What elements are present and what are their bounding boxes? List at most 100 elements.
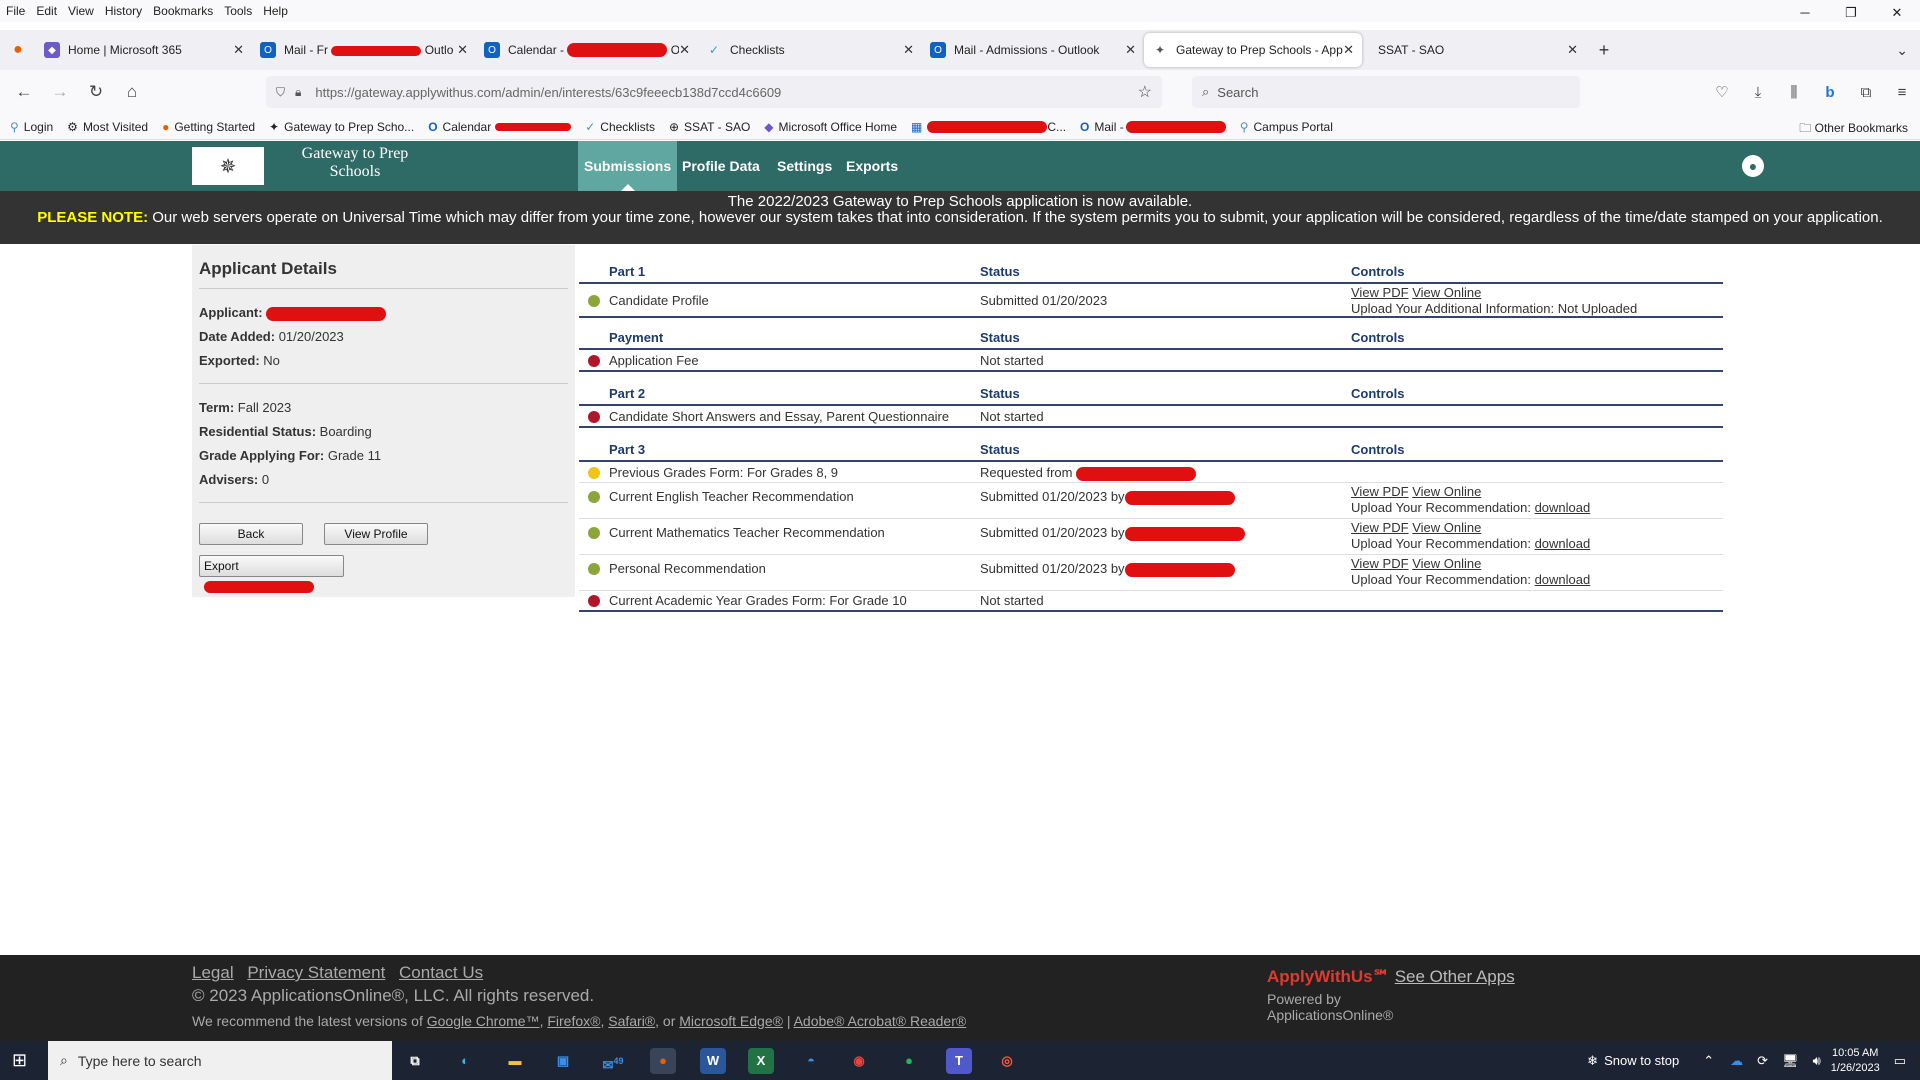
view-pdf-link[interactable]: View PDF [1351,556,1409,571]
edge-icon[interactable]: ◐ [452,1048,478,1074]
menu-history[interactable]: History [105,4,142,18]
tab-admissions-mail[interactable]: O Mail - Admissions - Outlook ✕ [922,33,1144,67]
site-title[interactable]: Gateway to Prep Schools [292,145,418,181]
bookmark-calendar[interactable]: O Calendar [428,120,572,134]
menu-tools[interactable]: Tools [224,4,252,18]
onedrive-icon[interactable]: ☁ [1730,1053,1743,1069]
download-link[interactable]: download [1535,500,1591,515]
menu-view[interactable]: View [68,4,94,18]
shield-icon[interactable]: ⛉ [276,85,285,100]
view-online-link[interactable]: View Online [1412,484,1481,499]
tab-ssat[interactable]: SSAT - SAO ✕ [1362,33,1586,67]
close-tab-icon[interactable]: ✕ [1343,42,1354,58]
close-tab-icon[interactable]: ✕ [679,42,690,58]
volume-icon[interactable]: 🔊︎ [1813,1053,1821,1069]
forward-icon[interactable]: → [42,82,78,102]
contact-link[interactable]: Contact Us [399,963,483,982]
network-icon[interactable]: 🖥︎ [1782,1053,1799,1069]
view-pdf-link[interactable]: View PDF [1351,285,1409,300]
user-account-icon[interactable]: ● [1742,155,1764,177]
nav-profile-data[interactable]: Profile Data [676,141,766,191]
edge-link[interactable]: Microsoft Edge® [679,1013,783,1029]
library-icon[interactable]: ⫼ [1776,84,1812,101]
site-logo[interactable]: ✵ [192,147,264,185]
legal-link[interactable]: Legal [192,963,234,982]
nav-settings[interactable]: Settings [771,141,838,191]
excel-icon[interactable]: X [748,1048,774,1074]
view-online-link[interactable]: View Online [1412,520,1481,535]
chrome-icon[interactable]: ◉ [846,1048,872,1074]
tab-calendar[interactable]: O Calendar - O ✕ [476,33,698,67]
other-bookmarks[interactable]: 🗀︎ Other Bookmarks [1799,119,1908,140]
url-text[interactable]: https://gateway.applywithus.com/admin/en… [315,85,781,100]
weather-text[interactable]: Snow to stop [1604,1053,1679,1068]
outlook-taskbar-icon[interactable]: ◓ [798,1048,824,1074]
export-button[interactable]: Export [199,555,344,593]
download-link[interactable]: download [1535,536,1591,551]
download-link[interactable]: download [1535,572,1591,587]
menu-bookmarks[interactable]: Bookmarks [153,4,213,18]
mail-icon[interactable]: ✉49 [600,1048,626,1074]
nav-exports[interactable]: Exports [840,141,904,191]
taskbar-search-input[interactable]: ⌕ Type here to search [48,1041,392,1080]
close-tab-icon[interactable]: ✕ [457,42,468,58]
windows-start-icon[interactable]: ⊞ [12,1050,27,1071]
privacy-link[interactable]: Privacy Statement [247,963,385,982]
close-icon[interactable]: ✕ [1874,0,1920,28]
clock[interactable]: 10:05 AM 1/26/2023 [1831,1046,1880,1076]
menu-file[interactable]: File [6,4,25,18]
menu-edit[interactable]: Edit [36,4,57,18]
chrome-link[interactable]: Google Chrome™ [427,1013,540,1029]
spotify-icon[interactable]: ● [896,1048,922,1074]
word-icon[interactable]: W [700,1048,726,1074]
bookmark-login[interactable]: ⚲ Login [10,120,53,134]
firefox-taskbar-icon[interactable]: ● [650,1048,676,1074]
bookmark-gateway[interactable]: ✦ Gateway to Prep Scho... [269,120,414,134]
view-pdf-link[interactable]: View PDF [1351,520,1409,535]
list-tabs-icon[interactable]: ⌄ [1896,42,1908,59]
see-other-apps-link[interactable]: See Other Apps [1395,967,1515,986]
safari-link[interactable]: Safari® [608,1013,655,1029]
acrobat-link[interactable]: Adobe® Acrobat® Reader® [794,1013,967,1029]
back-button[interactable]: Back [199,523,303,545]
task-view-icon[interactable]: ⧉ [402,1048,428,1074]
file-explorer-icon[interactable]: ▬ [502,1048,528,1074]
close-tab-icon[interactable]: ✕ [1125,42,1136,58]
close-tab-icon[interactable]: ✕ [1567,42,1578,58]
hamburger-menu-icon[interactable]: ≡ [1884,84,1920,101]
menu-help[interactable]: Help [263,4,288,18]
view-online-link[interactable]: View Online [1412,285,1481,300]
bing-icon[interactable]: b [1812,84,1848,101]
nav-submissions[interactable]: Submissions [578,141,678,191]
tab-gateway[interactable]: ✦ Gateway to Prep Schools - Appl ✕ [1144,33,1362,67]
pocket-icon[interactable]: ♡ [1704,83,1740,101]
store-icon[interactable]: ▣ [550,1048,576,1074]
sync-icon[interactable]: ⟳ [1757,1053,1768,1069]
bookmark-checklists[interactable]: ✓ Checklists [585,120,655,134]
teams-icon[interactable]: T [946,1048,972,1074]
notification-icon[interactable]: ▭ [1894,1053,1906,1069]
back-icon[interactable]: ← [6,82,42,102]
bookmark-office-home[interactable]: ◆ Microsoft Office Home [764,120,897,134]
extensions-icon[interactable]: ⧉ [1848,84,1884,101]
close-tab-icon[interactable]: ✕ [233,42,244,58]
home-icon[interactable]: ⌂ [114,82,150,102]
app-icon[interactable]: ◎ [994,1048,1020,1074]
tab-checklists[interactable]: ✓ Checklists ✕ [698,33,922,67]
weather-icon[interactable]: ❄ [1587,1053,1598,1069]
firefox-link[interactable]: Firefox® [547,1013,600,1029]
bookmark-most-visited[interactable]: ⚙ Most Visited [67,120,148,134]
new-tab-icon[interactable]: + [1586,40,1622,61]
bookmark-getting-started[interactable]: ● Getting Started [162,120,255,134]
view-profile-button[interactable]: View Profile [324,523,428,545]
tab-mail[interactable]: O Mail - Fr Outlo ✕ [252,33,476,67]
reload-icon[interactable]: ↻ [78,82,114,102]
bookmark-campus-portal[interactable]: ⚲ Campus Portal [1240,120,1333,134]
downloads-icon[interactable]: ⤓ [1740,84,1776,101]
bookmark-star-icon[interactable]: ☆ [1138,82,1152,102]
search-input[interactable]: ⌕ Search [1192,76,1580,108]
firefox-icon[interactable]: ● [0,41,36,59]
bookmark-mail[interactable]: O Mail - [1080,120,1226,134]
tab-microsoft-365[interactable]: ◆ Home | Microsoft 365 ✕ [36,33,252,67]
close-tab-icon[interactable]: ✕ [903,42,914,58]
